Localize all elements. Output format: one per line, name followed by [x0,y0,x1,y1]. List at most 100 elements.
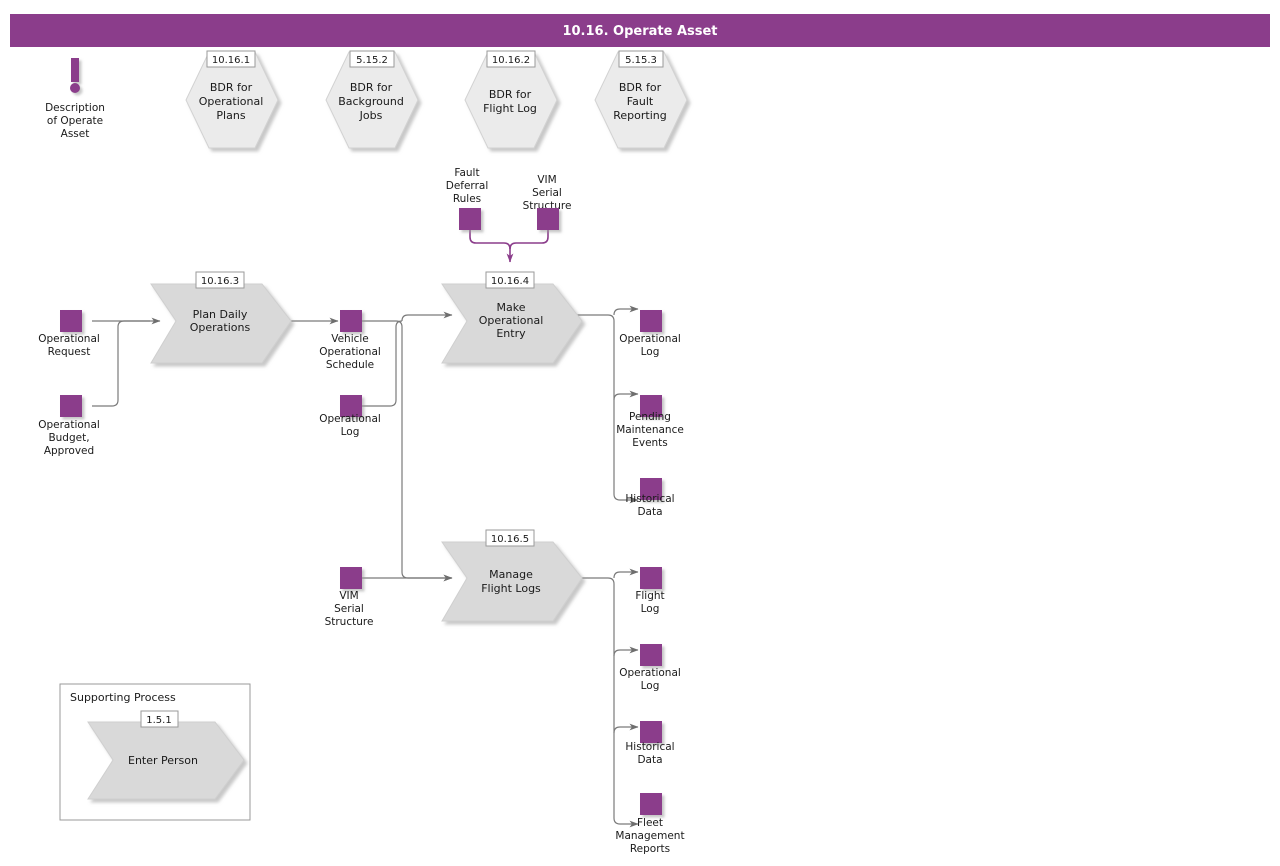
object-label-line3: Structure [325,616,374,628]
description-of-operate-asset[interactable]: Description of Operate Asset [45,58,105,140]
object-label-line1: Operational [38,333,100,345]
object-vim-serial-structure-input[interactable]: VIM Serial Structure [325,567,374,628]
process-label: Enter Person [128,754,198,767]
hex-label-line2: Background [338,95,404,108]
object-label-line3: Events [632,437,668,449]
object-square [640,793,662,815]
object-label-line3: Reports [630,843,670,855]
object-label-line2: Management [615,830,684,842]
object-square [640,567,662,589]
description-label-line2: of Operate [47,115,103,127]
object-output-operational-log-flightlogs[interactable]: Operational Log [619,644,681,692]
hex-label-line2: Fault [627,95,654,108]
header-bar: 10.16. Operate Asset [10,14,1270,47]
object-operational-request[interactable]: Operational Request [38,310,100,358]
process-label-line3: Entry [496,327,526,340]
bdr-hexagon-operational-plans[interactable]: BDR for Operational Plans 10.16.1 [185,50,279,149]
object-vehicle-operational-schedule[interactable]: Vehicle Operational Schedule [319,310,381,371]
object-output-historical-data[interactable]: Historical Data [625,478,675,518]
object-vim-serial-structure-control[interactable]: VIM Serial Structure [523,174,572,230]
object-label-line2: Data [637,754,662,766]
object-label-line1: Historical [625,741,674,753]
hex-tag-text: 10.16.1 [212,55,250,66]
process-manage-flight-logs[interactable]: Manage Flight Logs 10.16.5 [441,529,583,622]
process-tag-text: 10.16.5 [491,534,529,545]
object-label-line2: Log [641,680,660,692]
object-label-line2: Operational [319,346,381,358]
diagram-canvas: 10.16. Operate Asset Description of Oper… [0,0,1280,866]
process-label-line1: Manage [489,568,533,581]
object-label-line2: Serial [532,187,562,199]
process-tag-text: 10.16.4 [491,276,529,287]
object-label-line1: VIM [537,174,556,186]
hex-label-line3: Jobs [359,109,383,122]
hex-label-line1: BDR for [619,81,662,94]
object-label-line1: Fleet [637,817,663,829]
page-title: 10.16. Operate Asset [562,24,717,39]
object-label-line1: Operational [38,419,100,431]
hex-label-line1: BDR for [489,88,532,101]
hex-label-line1: BDR for [350,81,393,94]
bdr-hexagon-flight-log[interactable]: BDR for Flight Log 10.16.2 [464,50,558,149]
hex-label-line2: Flight Log [483,102,537,115]
hex-tag-text: 5.15.3 [625,55,657,66]
description-label-line1: Description [45,102,105,114]
object-label-line2: Maintenance [616,424,684,436]
object-label-line2: Log [341,426,360,438]
object-square [340,567,362,589]
object-label-line2: Log [641,346,660,358]
object-output-operational-log[interactable]: Operational Log [619,310,681,358]
process-plan-daily-operations[interactable]: Plan Daily Operations 10.16.3 [150,271,292,364]
object-label-line3: Rules [453,193,481,205]
object-label-line1: Vehicle [331,333,369,345]
object-label-line1: Operational [619,667,681,679]
process-label-line2: Operational [479,314,544,327]
process-make-operational-entry[interactable]: Make Operational Entry 10.16.4 [441,271,583,364]
object-square [640,644,662,666]
process-tag-text: 10.16.3 [201,276,239,287]
object-label-line3: Approved [44,445,94,457]
control-connectors [469,230,549,263]
object-label-line2: Log [641,603,660,615]
process-label-line1: Plan Daily [193,308,248,321]
hex-tag-text: 10.16.2 [492,55,530,66]
object-label-line2: Deferral [446,180,489,192]
object-label-line1: Fault [454,167,479,179]
hex-tag-text: 5.15.2 [356,55,388,66]
object-output-pending-maintenance-events[interactable]: Pending Maintenance Events [616,395,684,449]
object-square [60,310,82,332]
object-square [340,310,362,332]
process-label-line2: Operations [190,321,251,334]
object-label-line3: Schedule [326,359,374,371]
process-label-line2: Flight Logs [481,582,541,595]
object-fault-deferral-rules[interactable]: Fault Deferral Rules [446,167,489,230]
process-tag: 1.5.1 [140,710,179,728]
object-label-line1: Operational [619,333,681,345]
object-operational-log-middle[interactable]: Operational Log [319,395,381,438]
object-square [60,395,82,417]
hex-tag: 10.16.1 [206,50,256,68]
object-operational-budget-approved[interactable]: Operational Budget, Approved [38,395,100,457]
process-tag: 10.16.3 [195,271,245,289]
bdr-hexagon-background-jobs[interactable]: BDR for Background Jobs 5.15.2 [325,50,419,149]
bdr-hexagon-fault-reporting[interactable]: BDR for Fault Reporting 5.15.3 [594,50,688,149]
supporting-process-group: Supporting Process Enter Person 1.5.1 [59,683,251,821]
process-tag: 10.16.4 [485,271,535,289]
object-label-line1: Pending [629,411,671,423]
hex-label-line3: Plans [216,109,245,122]
object-output-flight-log[interactable]: Flight Log [635,567,665,615]
hex-tag: 5.15.2 [349,50,395,68]
description-label-line3: Asset [61,128,90,140]
object-label-line2: Data [637,506,662,518]
process-tag-text: 1.5.1 [146,715,171,726]
hex-label-line1: BDR for [210,81,253,94]
object-output-historical-data-flightlogs[interactable]: Historical Data [625,721,675,766]
object-label-line2: Serial [334,603,364,615]
object-label-line1: Flight [635,590,664,602]
object-label-line1: VIM [339,590,358,602]
object-square [459,208,481,230]
object-square [640,721,662,743]
process-label-line1: Make [497,301,526,314]
object-square [640,310,662,332]
supporting-process-group-label: Supporting Process [70,691,176,704]
